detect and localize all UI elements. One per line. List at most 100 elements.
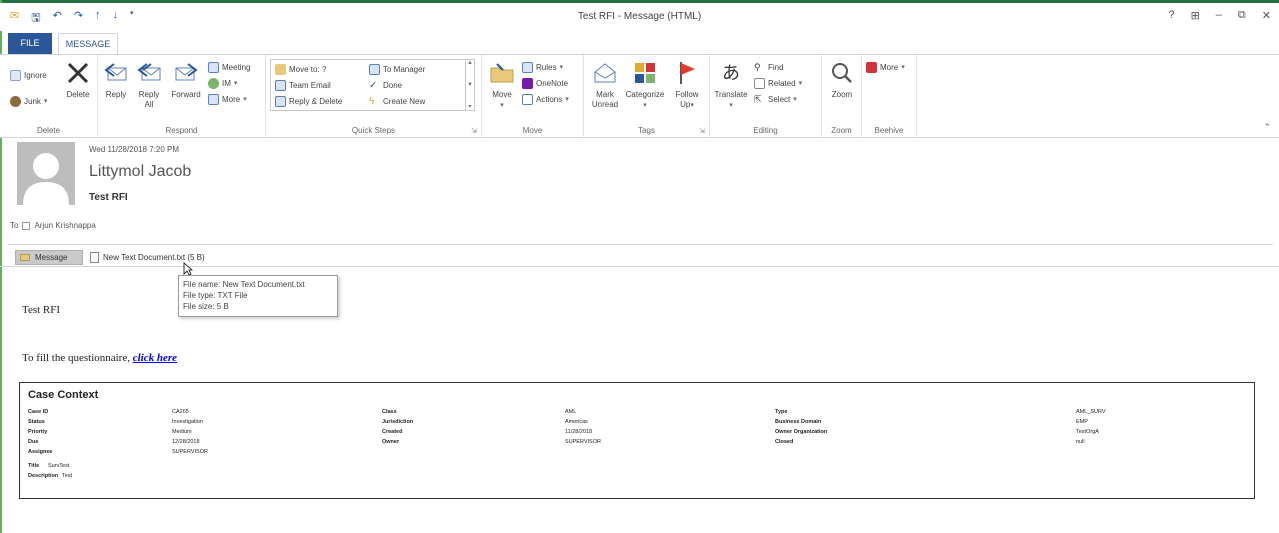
im-label: IM [222, 78, 231, 88]
message-tab-label: Message [35, 253, 68, 262]
beehive-more-button[interactable]: More ▾ [866, 61, 905, 73]
scroll-down-icon[interactable]: ▼ [467, 82, 473, 88]
case-label: Type [775, 409, 788, 415]
reply-button[interactable]: Reply [102, 59, 130, 100]
delete-group-label: Delete [36, 126, 61, 135]
case-value: 11/28/2018 [565, 429, 593, 435]
move-button[interactable]: Move ▾ [488, 59, 516, 111]
case-value: Americas [565, 419, 588, 425]
more-respond-icon [208, 93, 219, 105]
move-group: Move ▾ Rules ▾ OneNote Actions ▾ Move [482, 55, 584, 138]
ribbon-display-options-button[interactable]: ⊞ [1191, 9, 1200, 22]
move-to-quickstep[interactable]: Move to: ? [275, 63, 326, 75]
sender-avatar [17, 142, 75, 205]
to-manager-quickstep[interactable]: To Manager [369, 63, 425, 75]
beehive-group-label: Beehive [874, 126, 904, 135]
mark-unread-label-1: Mark [596, 90, 614, 99]
forward-button[interactable]: Forward [168, 59, 204, 100]
create-new-quickstep[interactable]: ϟ Create New [369, 95, 425, 107]
onenote-button[interactable]: OneNote [522, 77, 568, 89]
quick-steps-scrollbar[interactable]: ▲ ▼ ▾ [465, 60, 474, 110]
zoom-button[interactable]: Zoom [826, 59, 858, 100]
restore-button[interactable]: ⧉ [1238, 9, 1246, 22]
person-silhouette-icon [23, 153, 69, 205]
team-email-quickstep[interactable]: Team Email [275, 79, 331, 91]
message-subject: Test RFI [89, 192, 128, 203]
mark-unread-button[interactable]: Mark Unread [590, 59, 620, 110]
tags-group-label: Tags [638, 126, 655, 135]
actions-button[interactable]: Actions ▾ [522, 93, 569, 105]
reply-all-button[interactable]: Reply All [134, 59, 164, 110]
reply-icon [102, 59, 130, 87]
reply-delete-quickstep[interactable]: Reply & Delete [275, 95, 342, 107]
lightning-icon: ϟ [369, 95, 375, 107]
case-label: Assignee [28, 449, 53, 455]
window-title: Test RFI - Message (HTML) [577, 11, 702, 22]
tags-launcher-icon[interactable]: ⇲ [699, 127, 705, 135]
cursor-select-icon: ⇱ [754, 93, 762, 104]
case-value: AML_SURV [1076, 409, 1106, 415]
categorize-button[interactable]: Categorize ▾ [622, 59, 668, 111]
follow-up-button[interactable]: Follow Up▾ [672, 59, 702, 111]
minimize-button[interactable]: – [1216, 9, 1222, 22]
forward-label: Forward [171, 90, 201, 99]
categorize-icon [631, 59, 659, 87]
case-value: Investigation [172, 419, 203, 425]
rules-button[interactable]: Rules ▾ [522, 61, 563, 73]
quick-steps-launcher-icon[interactable]: ⇲ [471, 127, 477, 135]
case-label: Due [28, 439, 39, 445]
tab-file[interactable]: FILE [8, 33, 52, 54]
respond-group: Reply Reply All Forward Meeting IM ▾ More… [98, 55, 266, 138]
message-attachment-tab[interactable]: Message [15, 250, 83, 265]
case-value: 12/28/2018 [172, 439, 200, 445]
magnifier-icon [828, 59, 856, 87]
expand-gallery-icon[interactable]: ▾ [468, 103, 471, 110]
rules-label: Rules [536, 62, 557, 72]
related-label: Related [768, 78, 796, 88]
close-button[interactable]: ✕ [1262, 9, 1271, 22]
attachment-tooltip: File name: New Text Document.txt File ty… [178, 275, 338, 317]
meeting-icon [208, 61, 219, 73]
team-email-icon [275, 79, 286, 91]
case-context-heading: Case Context [28, 389, 99, 401]
move-folder-icon [488, 59, 516, 87]
collapse-ribbon-icon[interactable]: ⌃ [1263, 122, 1271, 133]
to-line: To Arjun Krishnappa [10, 221, 96, 230]
related-button[interactable]: Related ▾ [754, 77, 802, 89]
select-button[interactable]: ⇱ Select ▾ [754, 93, 797, 105]
recipient-name[interactable]: Arjun Krishnappa [34, 221, 95, 230]
translate-button[interactable]: あ Translate ▾ [714, 59, 748, 111]
delete-button[interactable]: Delete [62, 59, 94, 100]
editing-group: あ Translate ▾ ⚲ Find Related ▾ ⇱ Select ▾ E… [710, 55, 822, 138]
ignore-button[interactable]: Ignore [10, 69, 47, 81]
quick-steps-gallery: Move to: ? Team Email Reply & Delete To … [270, 59, 475, 111]
case-label: Business Domain [775, 419, 822, 425]
create-new-label: Create New [383, 96, 426, 106]
scroll-up-icon[interactable]: ▲ [467, 60, 473, 66]
im-button[interactable]: IM ▾ [208, 77, 237, 89]
case-value: SUPERVISOR [565, 439, 601, 445]
case-label: Closed [775, 439, 794, 445]
junk-label: Junk [24, 96, 41, 106]
respond-more-button[interactable]: More ▾ [208, 93, 247, 105]
junk-button[interactable]: Junk ▾ [10, 95, 47, 107]
find-button[interactable]: ⚲ Find [754, 61, 784, 73]
sender-name[interactable]: Littymol Jacob [89, 163, 191, 181]
onenote-icon [522, 77, 533, 89]
case-label: Priority [28, 429, 48, 435]
body-title: Test RFI [22, 304, 61, 316]
help-button[interactable]: ? [1168, 9, 1174, 22]
title-bar: ✉ 🖫 ↶ ↷ ↑ ↓ ▾ Test RFI - Message (HTML) … [0, 3, 1279, 31]
tab-message[interactable]: MESSAGE [58, 33, 118, 55]
im-icon [208, 77, 219, 89]
meeting-button[interactable]: Meeting [208, 61, 250, 73]
meeting-label: Meeting [222, 62, 251, 72]
envelope-icon [20, 254, 30, 261]
click-here-link[interactable]: click here [133, 352, 177, 364]
junk-icon [10, 95, 21, 107]
categorize-label: Categorize [625, 90, 665, 99]
reply-all-icon [135, 59, 163, 87]
done-quickstep[interactable]: ✓ Done [369, 79, 402, 91]
case-label: Owner Organization [775, 429, 828, 435]
to-label: To [10, 221, 19, 230]
